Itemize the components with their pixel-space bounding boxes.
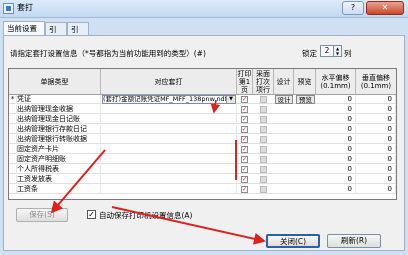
- annotation-arrows: [50, 99, 266, 245]
- arrow-to-save: [50, 149, 106, 214]
- arrow-to-close: [111, 206, 266, 245]
- arrow-to-dropdown: [210, 99, 221, 114]
